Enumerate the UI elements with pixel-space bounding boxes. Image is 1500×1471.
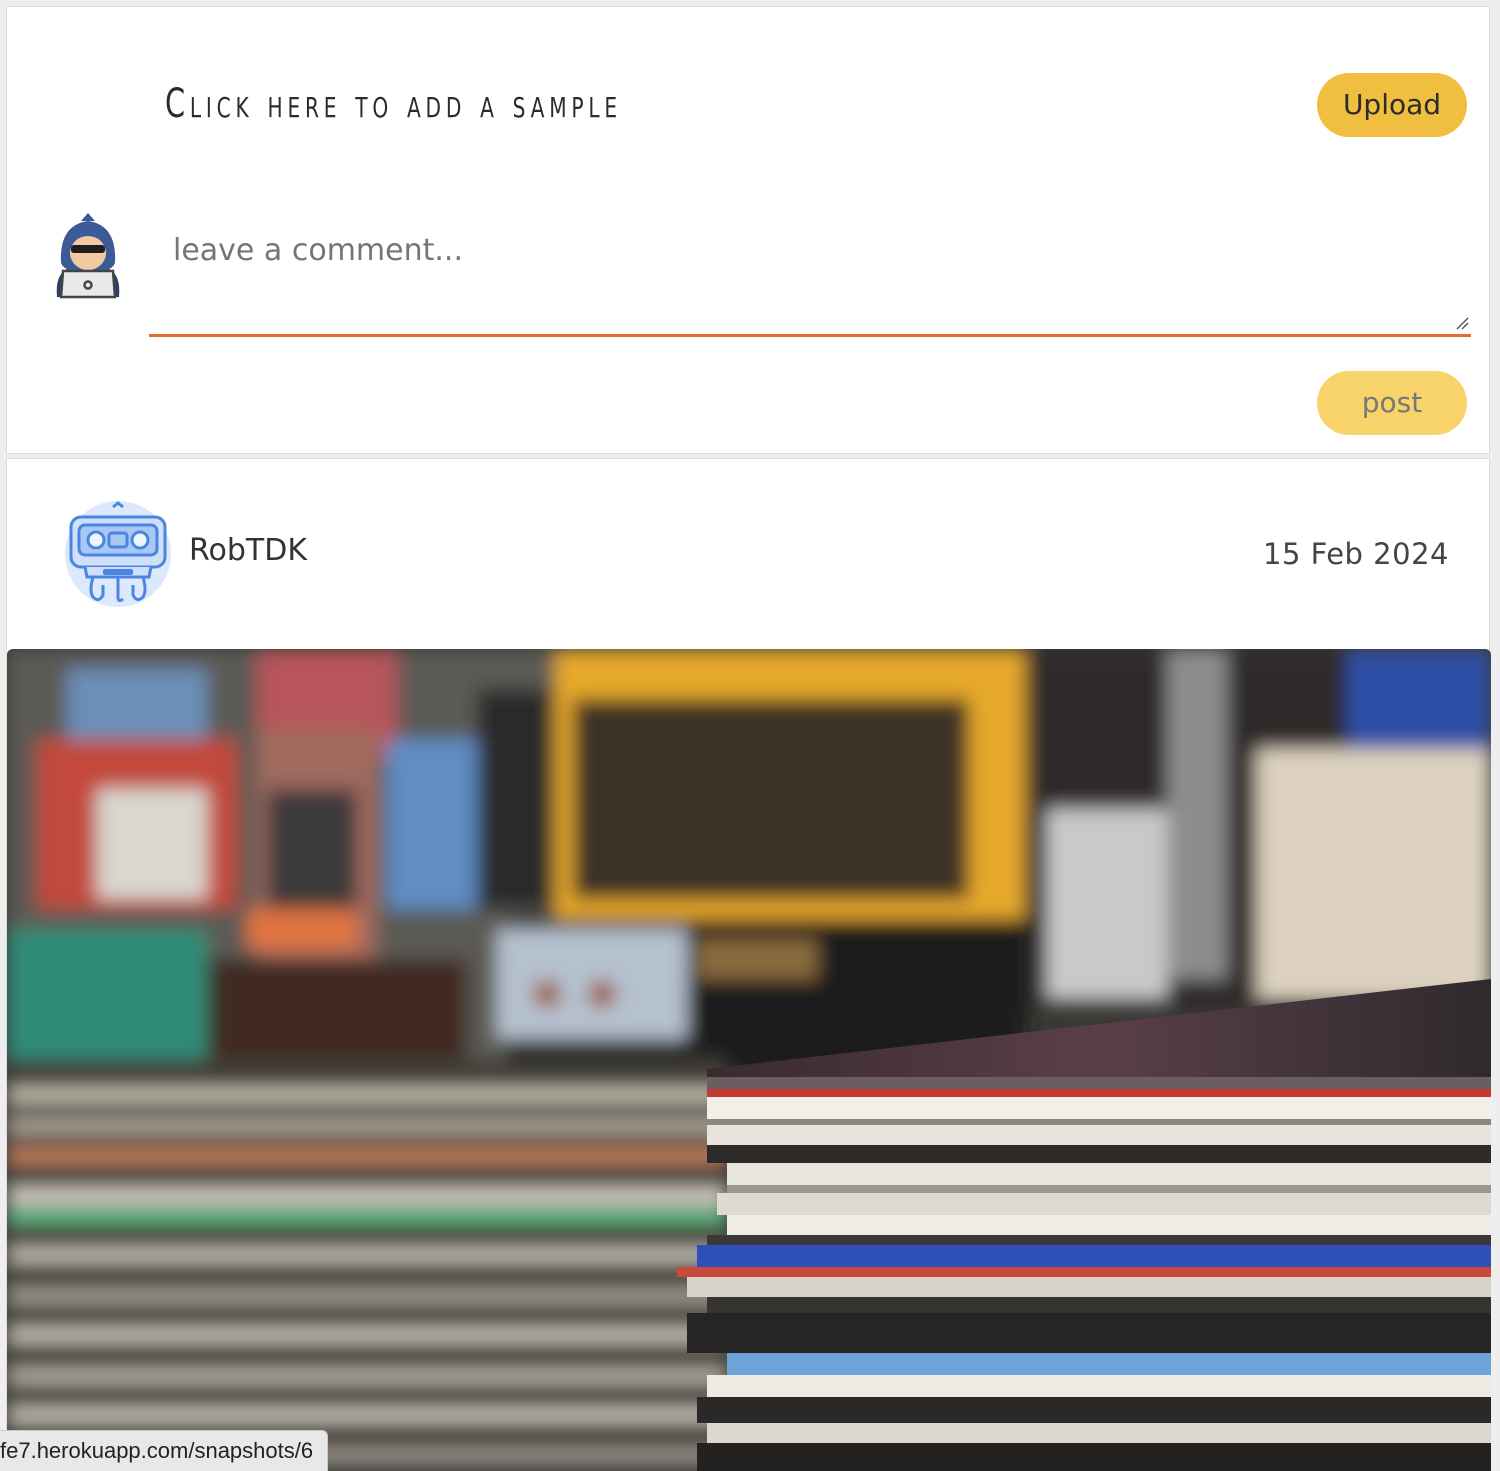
cassette-robot-avatar-icon[interactable] [63,499,173,609]
post-image[interactable] [7,649,1491,1471]
resize-handle-icon[interactable] [1455,316,1469,330]
comment-placeholder: leave a comment... [173,233,463,268]
browser-status-url: fe7.herokuapp.com/snapshots/6 [0,1430,329,1471]
sound-wave-icon[interactable] [53,65,125,145]
post-card: RobTDK 15 Feb 2024 [6,458,1491,1471]
upload-card: Click here to add a sample Upload leave … [6,6,1490,454]
post-button[interactable]: post [1317,371,1467,435]
post-date: 15 Feb 2024 [1263,537,1449,571]
add-sample-label[interactable]: Click here to add a sample [165,81,622,127]
comment-textarea[interactable]: leave a comment... [149,203,1471,337]
hacker-avatar-icon [56,213,120,299]
post-username[interactable]: RobTDK [189,533,307,568]
upload-button[interactable]: Upload [1317,73,1467,137]
